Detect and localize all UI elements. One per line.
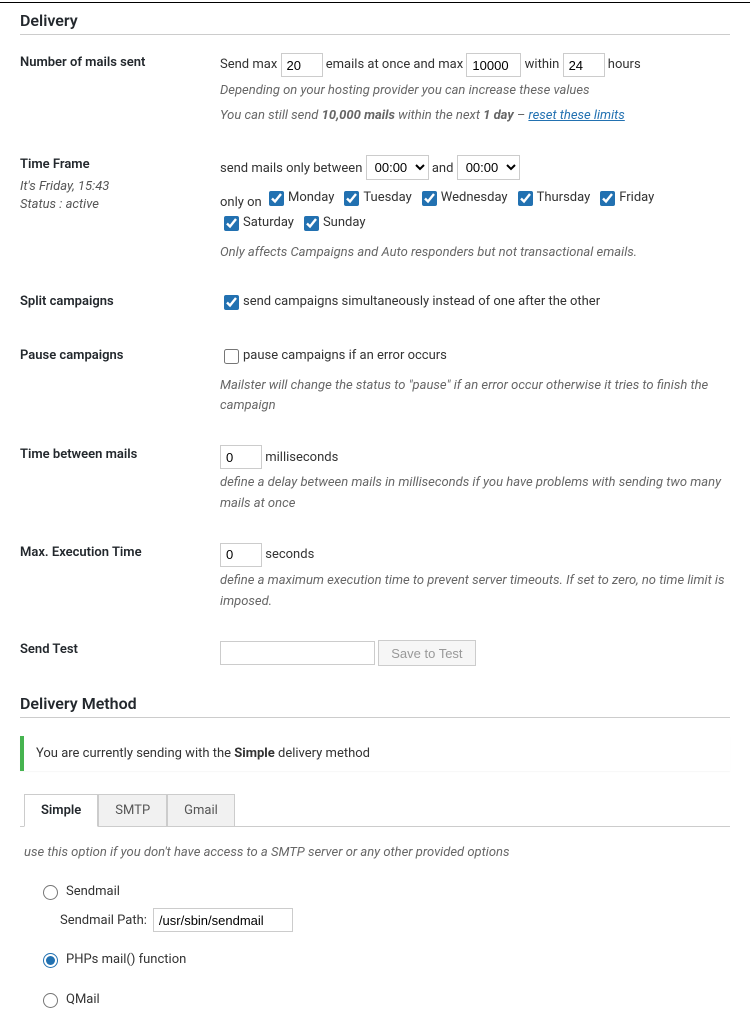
mails-hours-input[interactable] — [563, 53, 605, 77]
sendmail-path-label: Sendmail Path: — [60, 913, 147, 928]
hint-text: Depending on your hosting provider you c… — [220, 81, 730, 102]
timeframe-to-select[interactable]: 00:00 — [457, 155, 520, 180]
section-delivery-heading: Delivery — [20, 11, 730, 35]
delivery-tabs: Simple SMTP Gmail — [20, 793, 730, 827]
mails-at-once-input[interactable] — [281, 53, 323, 77]
radio-qmail[interactable] — [43, 993, 58, 1008]
text: only on — [220, 193, 262, 214]
tab-smtp[interactable]: SMTP — [98, 794, 167, 827]
day-label: Thursday — [537, 188, 591, 209]
row-mails-sent: Number of mails sent Send max emails at … — [20, 53, 730, 127]
hint-text: Only affects Campaigns and Auto responde… — [220, 243, 730, 264]
radio-sendmail-label: Sendmail — [66, 884, 120, 899]
day-label: Tuesday — [363, 188, 411, 209]
day-checkbox-tuesday[interactable] — [344, 191, 359, 206]
split-text: send campaigns simultaneously instead of… — [243, 292, 600, 313]
row-sendtest: Send Test Save to Test — [20, 640, 730, 666]
maxexec-unit: seconds — [265, 545, 314, 566]
section-delivery-method-heading: Delivery Method — [20, 694, 730, 718]
tab-desc: use this option if you don't have access… — [24, 845, 726, 860]
label-mails-sent: Number of mails sent — [20, 53, 220, 70]
day-label: Friday — [619, 188, 654, 209]
split-checkbox[interactable] — [224, 295, 239, 310]
timeframe-now: It's Friday, 15:43 — [20, 178, 220, 196]
radio-phpmail[interactable] — [43, 953, 58, 968]
hint-text: Mailster will change the status to "paus… — [220, 376, 730, 418]
day-checkbox-sunday[interactable] — [304, 216, 319, 231]
label-maxexec: Max. Execution Time — [20, 543, 220, 560]
text: hours — [608, 55, 641, 76]
radio-qmail-label: QMail — [66, 992, 100, 1007]
sendtest-input[interactable] — [220, 641, 375, 665]
row-pause: Pause campaigns pause campaigns if an er… — [20, 346, 730, 417]
between-input[interactable] — [220, 445, 262, 469]
pause-checkbox[interactable] — [224, 349, 239, 364]
sendmail-path-input[interactable] — [153, 908, 293, 932]
tab-simple[interactable]: Simple — [24, 794, 98, 827]
text: within — [525, 55, 560, 76]
text: send mails only between — [220, 159, 362, 180]
row-maxexec: Max. Execution Time seconds define a max… — [20, 543, 730, 613]
label-between: Time between mails — [20, 445, 220, 462]
day-label: Saturday — [243, 213, 294, 234]
day-checkbox-friday[interactable] — [600, 191, 615, 206]
day-label: Sunday — [323, 213, 366, 234]
reset-limits-link[interactable]: reset these limits — [528, 108, 624, 123]
day-label: Monday — [288, 188, 334, 209]
row-between: Time between mails milliseconds define a… — [20, 445, 730, 515]
row-split: Split campaigns send campaigns simultane… — [20, 292, 730, 318]
label-sendtest: Send Test — [20, 640, 220, 657]
mails-max-input[interactable] — [466, 53, 521, 77]
row-timeframe: Time Frame It's Friday, 15:43 Status : a… — [20, 155, 730, 264]
between-unit: milliseconds — [265, 448, 338, 469]
day-checkbox-monday[interactable] — [269, 191, 284, 206]
tab-gmail[interactable]: Gmail — [167, 794, 235, 827]
day-checkbox-wednesday[interactable] — [422, 191, 437, 206]
radio-sendmail[interactable] — [43, 885, 58, 900]
day-checkbox-thursday[interactable] — [518, 191, 533, 206]
pause-text: pause campaigns if an error occurs — [243, 346, 447, 367]
hint-text: define a maximum execution time to preve… — [220, 571, 730, 613]
text: emails at once and max — [326, 55, 463, 76]
timeframe-status: Status : active — [20, 196, 220, 214]
save-to-test-button[interactable]: Save to Test — [378, 640, 475, 666]
hint-text: You can still send 10,000 mails within t… — [220, 106, 730, 127]
label-split: Split campaigns — [20, 292, 220, 309]
day-checkbox-saturday[interactable] — [224, 216, 239, 231]
timeframe-from-select[interactable]: 00:00 — [366, 155, 429, 180]
tab-content-simple: use this option if you don't have access… — [20, 827, 730, 1020]
text: and — [432, 159, 454, 180]
label-pause: Pause campaigns — [20, 346, 220, 363]
delivery-method-notice: You are currently sending with the Simpl… — [20, 736, 730, 771]
maxexec-input[interactable] — [220, 543, 262, 567]
hint-text: define a delay between mails in millisec… — [220, 473, 730, 515]
day-label: Wednesday — [441, 188, 508, 209]
text: Send max — [220, 55, 277, 76]
label-timeframe: Time Frame — [20, 157, 220, 172]
radio-phpmail-label: PHPs mail() function — [66, 952, 186, 967]
